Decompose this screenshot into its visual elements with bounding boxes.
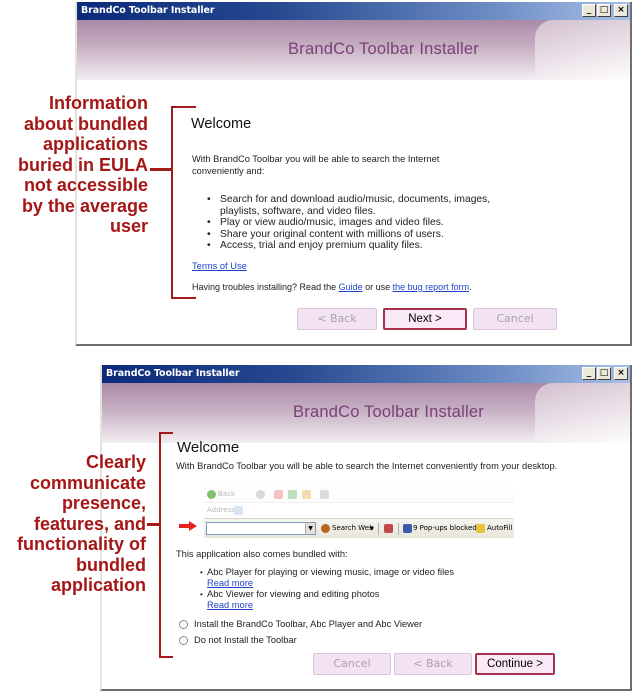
back-label: Back: [218, 490, 235, 498]
bug-report-link[interactable]: the bug report form: [393, 282, 470, 292]
help-text: Having troubles installing? Read the Gui…: [192, 282, 472, 292]
bundled-app-description: Abc Player for playing or viewing music,…: [207, 567, 454, 577]
option-label: Do not Install the Toolbar: [194, 635, 297, 645]
banner-title: BrandCo Toolbar Installer: [288, 40, 479, 58]
close-button[interactable]: ×: [614, 4, 628, 17]
page-icon: [234, 506, 243, 515]
popup-blocker-icon: [403, 524, 412, 533]
autofill-icon: [476, 524, 485, 533]
title-bar[interactable]: BrandCo Toolbar Installer _ □ ×: [102, 365, 630, 383]
title-bar[interactable]: BrandCo Toolbar Installer _ □ ×: [77, 2, 630, 20]
read-more-link[interactable]: Read more: [207, 578, 454, 589]
red-arrow-icon: [179, 521, 197, 531]
continue-button[interactable]: Continue >: [475, 653, 555, 675]
popups-blocked-button[interactable]: 9 Pop-ups blocked: [413, 524, 477, 532]
feature-list: Search for and download audio/music, doc…: [207, 194, 497, 252]
window-controls: _ □ ×: [582, 4, 628, 17]
minimize-button[interactable]: _: [582, 367, 596, 380]
banner-title: BrandCo Toolbar Installer: [293, 403, 484, 421]
refresh-icon: [288, 490, 297, 499]
brandco-toolbar-row: ▼ Search Web ▼ 9 Pop-ups blocked AutoFil…: [204, 518, 514, 538]
back-button[interactable]: < Back: [394, 653, 472, 675]
address-label: Address: [207, 506, 235, 514]
toolbar-preview-image: Back Address ▼ Search Web ▼ 9 Pop-ups bl…: [204, 485, 514, 538]
annotation-bracket: [171, 106, 196, 299]
bundled-app-description: Abc Viewer for viewing and editing photo…: [207, 589, 380, 599]
close-button[interactable]: ×: [614, 367, 628, 380]
annotation-clear-communication: Clearly communicate presence, features, …: [17, 452, 146, 595]
dropdown-arrow-icon[interactable]: ▼: [305, 523, 315, 534]
annotation-connector: [147, 523, 160, 526]
help-suffix: .: [469, 282, 472, 292]
bundled-heading: This application also comes bundled with…: [176, 549, 348, 559]
bundled-app-item: Abc Player for playing or viewing music,…: [200, 567, 454, 589]
option-install-all[interactable]: Install the BrandCo Toolbar, Abc Player …: [179, 619, 422, 629]
window-controls: _ □ ×: [582, 367, 628, 380]
installer-window-clear: BrandCo Toolbar Installer _ □ × BrandCo …: [100, 365, 632, 691]
back-arrow-icon: [207, 490, 216, 499]
next-button[interactable]: Next >: [383, 308, 467, 330]
feature-item: Access, trial and enjoy premium quality …: [207, 240, 497, 252]
feature-item: Search for and download audio/music, doc…: [207, 194, 497, 217]
toolbar-search-box[interactable]: ▼: [206, 522, 316, 535]
minimize-button[interactable]: _: [582, 4, 596, 17]
bundled-app-list: Abc Player for playing or viewing music,…: [200, 567, 454, 611]
guide-link[interactable]: Guide: [339, 282, 363, 292]
feature-item: Play or view audio/music, images and vid…: [207, 217, 497, 229]
terms-of-use-link[interactable]: Terms of Use: [192, 261, 247, 271]
search-web-button[interactable]: Search Web: [332, 524, 374, 532]
annotation-connector: [150, 168, 172, 171]
intro-text: With BrandCo Toolbar you will be able to…: [192, 154, 440, 176]
radio-button[interactable]: [179, 619, 188, 629]
header-banner: BrandCo Toolbar Installer: [77, 20, 630, 80]
option-label: Install the BrandCo Toolbar, Abc Player …: [194, 619, 423, 629]
maximize-button[interactable]: □: [597, 4, 611, 17]
toolbar-separator: [378, 523, 379, 535]
installer-window-eula: BrandCo Toolbar Installer _ □ × BrandCo …: [75, 2, 632, 346]
cancel-button[interactable]: Cancel: [473, 308, 557, 330]
search-web-dropdown-icon: ▼: [370, 526, 374, 532]
header-banner: BrandCo Toolbar Installer: [102, 383, 630, 443]
toolbar-separator: [398, 523, 399, 535]
back-button[interactable]: < Back: [297, 308, 377, 330]
browser-address-row: Address: [204, 503, 514, 517]
welcome-heading: Welcome: [191, 116, 252, 132]
autofill-button[interactable]: AutoFill: [487, 524, 513, 532]
welcome-heading: Welcome: [177, 439, 240, 456]
bundled-app-item: Abc Viewer for viewing and editing photo…: [200, 589, 454, 611]
annotation-eula-buried: Information about bundled applications b…: [18, 93, 148, 236]
annotation-bracket: [159, 432, 173, 658]
window-title: BrandCo Toolbar Installer: [81, 5, 215, 16]
option-do-not-install[interactable]: Do not Install the Toolbar: [179, 635, 297, 645]
cancel-button[interactable]: Cancel: [313, 653, 391, 675]
intro-text: With BrandCo Toolbar you will be able to…: [176, 461, 558, 471]
forward-arrow-icon: [256, 490, 265, 499]
help-middle: or use: [362, 282, 393, 292]
binoculars-icon: [321, 524, 330, 533]
window-title: BrandCo Toolbar Installer: [106, 368, 240, 379]
browser-nav-row: Back: [204, 485, 514, 503]
radio-button[interactable]: [179, 635, 188, 645]
read-more-link[interactable]: Read more: [207, 600, 454, 611]
stop-icon: [274, 490, 283, 499]
print-icon: [320, 490, 329, 499]
maximize-button[interactable]: □: [597, 367, 611, 380]
highlight-icon: [384, 524, 393, 533]
help-prefix: Having troubles installing? Read the: [192, 282, 339, 292]
home-icon: [302, 490, 311, 499]
feature-item: Share your original content with million…: [207, 229, 497, 241]
